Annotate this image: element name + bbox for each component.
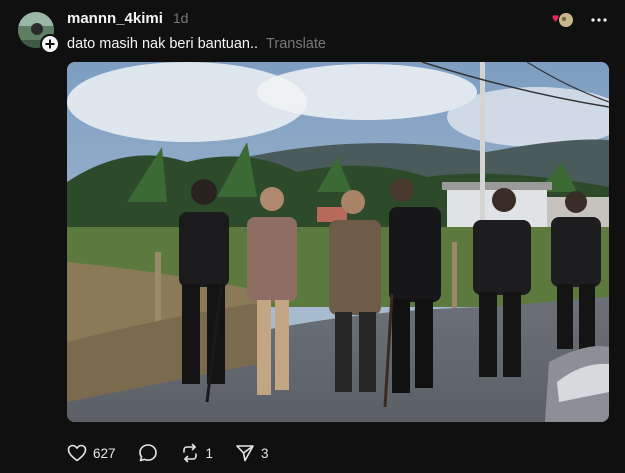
reply-button[interactable] — [138, 443, 158, 463]
avatar[interactable] — [18, 12, 60, 54]
translate-link[interactable]: Translate — [266, 36, 326, 52]
share-count: 3 — [261, 445, 269, 461]
repost-icon — [180, 443, 200, 463]
repost-count: 1 — [205, 445, 214, 461]
action-bar: 627 1 3 — [67, 443, 291, 463]
heart-icon — [67, 444, 87, 462]
share-button[interactable]: 3 — [235, 443, 269, 463]
like-count: 627 — [93, 445, 116, 461]
like-button[interactable]: 627 — [67, 444, 116, 462]
heart-reaction-icon[interactable] — [550, 11, 574, 29]
send-icon — [235, 443, 255, 463]
more-icon[interactable] — [588, 12, 610, 28]
repost-button[interactable]: 1 — [180, 443, 214, 463]
post-caption: dato masih nak beri bantuan.. Translate — [67, 36, 326, 52]
timestamp[interactable]: 1d — [173, 10, 189, 26]
caption-text: dato masih nak beri bantuan.. — [67, 36, 259, 52]
plus-icon[interactable] — [40, 34, 60, 54]
thread-post: mannn_4kimi 1d dato masih nak beri bantu… — [0, 0, 625, 473]
post-photo[interactable] — [67, 62, 609, 422]
username[interactable]: mannn_4kimi — [67, 10, 163, 27]
post-header: mannn_4kimi 1d — [67, 10, 188, 30]
comment-icon — [138, 443, 158, 463]
